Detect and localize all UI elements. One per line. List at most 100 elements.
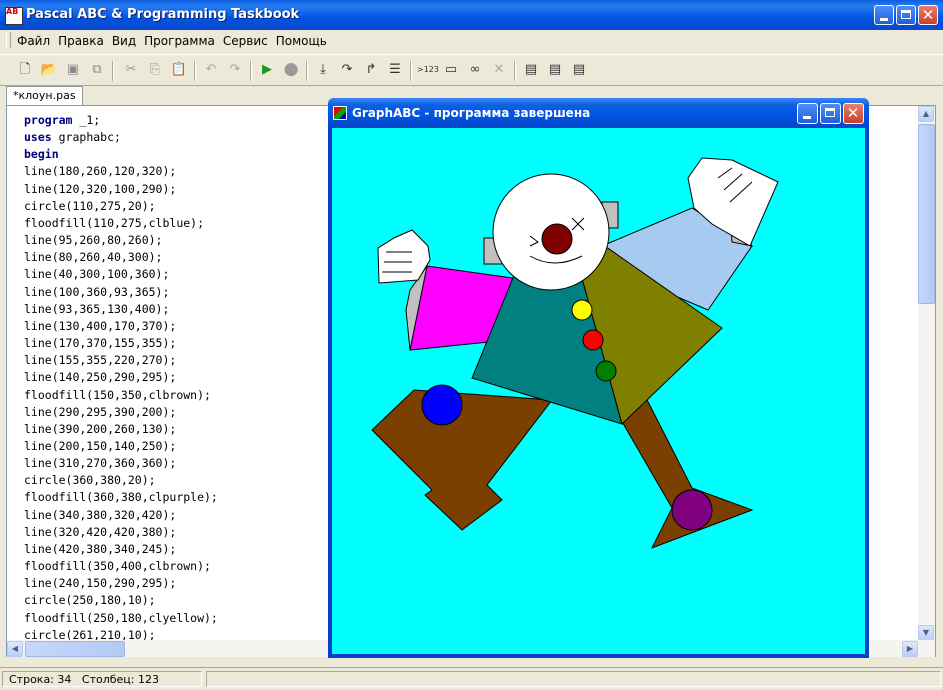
code-line[interactable]: circle(110,275,20); — [24, 198, 218, 215]
code-line[interactable]: begin — [24, 146, 218, 163]
step-out-icon[interactable]: ↱ — [362, 61, 380, 79]
scroll-down-icon[interactable]: ▼ — [918, 625, 934, 641]
code-line[interactable]: line(340,380,320,420); — [24, 507, 218, 524]
output-number-icon[interactable]: >123 — [416, 61, 440, 79]
code-line[interactable]: line(80,260,40,300); — [24, 249, 218, 266]
code-line[interactable]: line(310,270,360,360); — [24, 455, 218, 472]
status-bar: Строка: 34 Столбец: 123 — [0, 667, 943, 690]
code-line[interactable]: line(170,370,155,355); — [24, 335, 218, 352]
clown-red-button — [582, 329, 604, 351]
menu-file[interactable]: Файл — [13, 30, 54, 48]
save-icon[interactable]: ▣ — [64, 61, 82, 79]
code-line[interactable]: circle(360,380,20); — [24, 472, 218, 489]
menu-service[interactable]: Сервис — [219, 30, 272, 48]
graph-title-bar[interactable]: GraphABC - программа завершена ✕ — [328, 98, 869, 128]
code-line[interactable]: line(120,320,100,290); — [24, 181, 218, 198]
taskbook-2-icon[interactable]: ▤ — [546, 61, 564, 79]
clown-nose — [541, 223, 573, 255]
code-line[interactable]: line(180,260,120,320); — [24, 163, 218, 180]
graph-window[interactable]: GraphABC - программа завершена ✕ — [328, 98, 869, 658]
toolbar-separator — [250, 61, 252, 81]
menu-bar: Файл Правка Вид Программа Сервис Помощь — [0, 30, 943, 52]
code-line[interactable]: line(390,200,260,130); — [24, 421, 218, 438]
code-line[interactable]: line(95,260,80,260); — [24, 232, 218, 249]
graph-minimize-button[interactable] — [797, 103, 818, 124]
code-line[interactable]: line(100,360,93,365); — [24, 284, 218, 301]
taskbook-3-icon[interactable]: ▤ — [570, 61, 588, 79]
run-icon[interactable]: ▶ — [258, 61, 276, 79]
close-icon: ✕ — [921, 6, 935, 24]
graph-window-title: GraphABC - программа завершена — [352, 106, 591, 120]
menu-help[interactable]: Помощь — [272, 30, 331, 48]
close-icon: ✕ — [846, 104, 860, 122]
taskbook-1-icon[interactable]: ▤ — [522, 61, 540, 79]
code-line[interactable]: line(420,380,340,245); — [24, 541, 218, 558]
code-line[interactable]: floodfill(150,350,clbrown); — [24, 387, 218, 404]
code-line[interactable]: floodfill(250,180,clyellow); — [24, 610, 218, 627]
maximize-icon — [901, 10, 911, 19]
clown-purple-ball — [671, 489, 713, 531]
tab-file[interactable]: *клоун.pas — [6, 86, 83, 105]
code-line[interactable]: line(130,400,170,370); — [24, 318, 218, 335]
code-line[interactable]: line(290,295,390,200); — [24, 404, 218, 421]
redo-icon[interactable]: ↷ — [226, 61, 244, 79]
code-line[interactable]: line(93,365,130,400); — [24, 301, 218, 318]
menu-program[interactable]: Программа — [140, 30, 219, 48]
close-x-icon[interactable]: ✕ — [490, 61, 508, 79]
save-all-icon[interactable]: ⧉ — [88, 61, 106, 79]
stop-icon[interactable]: ⬤ — [282, 61, 300, 79]
code-line[interactable]: line(240,150,290,295); — [24, 575, 218, 592]
cut-icon[interactable]: ✂ — [122, 61, 140, 79]
main-title-bar[interactable]: AB Pascal ABC & Programming Taskbook ✕ — [0, 0, 943, 30]
clown-blue-ball — [421, 384, 463, 426]
open-folder-icon[interactable]: 📂 — [40, 61, 58, 79]
code-text[interactable]: program _1; uses graphabc; begin line(180,2… — [24, 112, 218, 644]
glasses-icon[interactable]: ∞ — [466, 61, 484, 79]
minimize-icon — [880, 18, 888, 21]
status-row: Строка: 34 — [9, 673, 72, 686]
close-button[interactable]: ✕ — [918, 5, 938, 25]
toolbar-separator — [514, 61, 516, 81]
window-title: Pascal ABC & Programming Taskbook — [26, 7, 300, 22]
scroll-up-icon[interactable]: ▲ — [918, 106, 934, 122]
maximize-icon — [825, 108, 835, 117]
menu-view[interactable]: Вид — [108, 30, 140, 48]
watch-icon[interactable]: ☰ — [386, 61, 404, 79]
clown-yellow-button — [571, 299, 593, 321]
new-file-icon[interactable]: 🗋 — [16, 61, 34, 79]
menu-edit[interactable]: Правка — [54, 30, 108, 48]
code-line[interactable]: line(200,150,140,250); — [24, 438, 218, 455]
app-icon: AB — [5, 7, 23, 25]
code-line[interactable]: line(155,355,220,270); — [24, 352, 218, 369]
undo-icon[interactable]: ↶ — [202, 61, 220, 79]
code-line[interactable]: line(320,420,420,380); — [24, 524, 218, 541]
scroll-left-icon[interactable]: ◀ — [7, 641, 23, 657]
vertical-scroll-thumb[interactable] — [918, 124, 935, 304]
vertical-scrollbar[interactable]: ▲ ▼ — [918, 106, 935, 642]
code-line[interactable]: floodfill(360,380,clpurple); — [24, 489, 218, 506]
step-into-icon[interactable]: ⤓ — [314, 61, 332, 79]
paste-icon[interactable]: 📋 — [170, 61, 188, 79]
copy-icon[interactable]: ⎘ — [146, 61, 164, 79]
code-line[interactable]: line(140,250,290,295); — [24, 369, 218, 386]
graph-maximize-button[interactable] — [820, 103, 841, 124]
horizontal-scroll-thumb[interactable] — [25, 641, 125, 657]
code-line[interactable]: floodfill(110,275,clblue); — [24, 215, 218, 232]
code-line[interactable]: floodfill(350,400,clbrown); — [24, 558, 218, 575]
status-col: Столбец: 123 — [81, 673, 159, 686]
status-panel — [206, 671, 941, 687]
maximize-button[interactable] — [896, 5, 916, 25]
graph-close-button[interactable]: ✕ — [843, 103, 864, 124]
step-over-icon[interactable]: ↷ — [338, 61, 356, 79]
scroll-right-icon[interactable]: ▶ — [902, 641, 918, 657]
code-line[interactable]: line(40,300,100,360); — [24, 266, 218, 283]
code-line[interactable]: program _1; — [24, 112, 218, 129]
clown-drawing — [371, 157, 779, 549]
status-position: Строка: 34 Столбец: 123 — [2, 671, 202, 687]
minimize-button[interactable] — [874, 5, 894, 25]
minimize-icon — [803, 116, 811, 119]
menu-grip — [6, 32, 11, 48]
code-line[interactable]: circle(250,180,10); — [24, 592, 218, 609]
window-icon[interactable]: ▭ — [442, 61, 460, 79]
code-line[interactable]: uses graphabc; — [24, 129, 218, 146]
